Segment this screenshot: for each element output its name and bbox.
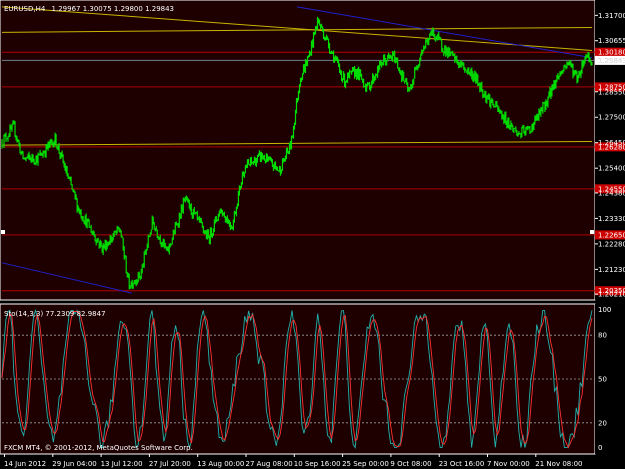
price-axis-label: 1.24380: [598, 189, 625, 197]
price-axis-label: 1.22280: [598, 240, 625, 248]
price-axis-label: 1.21230: [598, 266, 625, 274]
metatrader-chart[interactable]: 1.301801.298431.287501.262801.245501.226…: [0, 0, 625, 469]
price-axis-label: 1.20210: [598, 291, 625, 299]
indicator-axis-label: 20: [598, 419, 607, 427]
time-axis-label: 23 Oct 16:00: [439, 460, 485, 468]
time-axis-label: 10 Sep 16:00: [294, 460, 341, 468]
time-axis-label: 7 Nov 00:00: [487, 460, 530, 468]
time-axis-label: 29 Jun 04:00: [52, 460, 96, 468]
indicator-axis-label: 100: [598, 306, 611, 314]
copyright-text: FXCM MT4, © 2001-2012, MetaQuotes Softwa…: [4, 444, 193, 452]
symbol-timeframe: EURUSD,H4: [4, 5, 46, 13]
price-axis-label: 1.27500: [598, 114, 625, 122]
price-axis-label: 1.25400: [598, 165, 625, 173]
time-axis-label: 13 Jul 12:00: [101, 460, 143, 468]
indicator-pane[interactable]: [0, 303, 596, 455]
time-axis-label: 25 Sep 00:00: [342, 460, 389, 468]
price-axis-label: 1.30655: [598, 37, 625, 45]
chart-header: EURUSD,H4 1.29967 1.30075 1.29800 1.2984…: [4, 5, 174, 13]
main-chart-pane[interactable]: [0, 0, 596, 301]
time-axis-label: 9 Oct 08:00: [390, 460, 431, 468]
price-axis-label: 1.31700: [598, 12, 625, 20]
price-axis-label: 1.23330: [598, 215, 625, 223]
time-axis-label: 13 Aug 00:00: [197, 460, 244, 468]
right-edge-marker: [590, 230, 594, 234]
indicator-label: Sto(14,3,3) 77.2309 82.9847: [4, 310, 106, 318]
time-axis-label: 27 Aug 08:00: [246, 460, 293, 468]
indicator-axis-label: 80: [598, 332, 607, 340]
left-edge-marker: [1, 230, 5, 234]
price-axis-label: 1.26450: [598, 139, 625, 147]
indicator-axis-label: 0: [598, 444, 602, 452]
indicator-axis-label: 50: [598, 376, 607, 384]
price-tag-text: 1.22650: [598, 231, 625, 239]
price-tag-text: 1.30180: [598, 49, 625, 57]
price-axis-label: 1.28550: [598, 88, 625, 96]
time-axis-label: 14 Jun 2012: [4, 460, 46, 468]
time-axis-label: 27 Jul 20:00: [149, 460, 191, 468]
time-axis-label: 21 Nov 08:00: [535, 460, 582, 468]
ohlc-values: 1.29967 1.30075 1.29800 1.29843: [52, 5, 174, 13]
price-axis-label: 1.29843: [598, 57, 625, 65]
